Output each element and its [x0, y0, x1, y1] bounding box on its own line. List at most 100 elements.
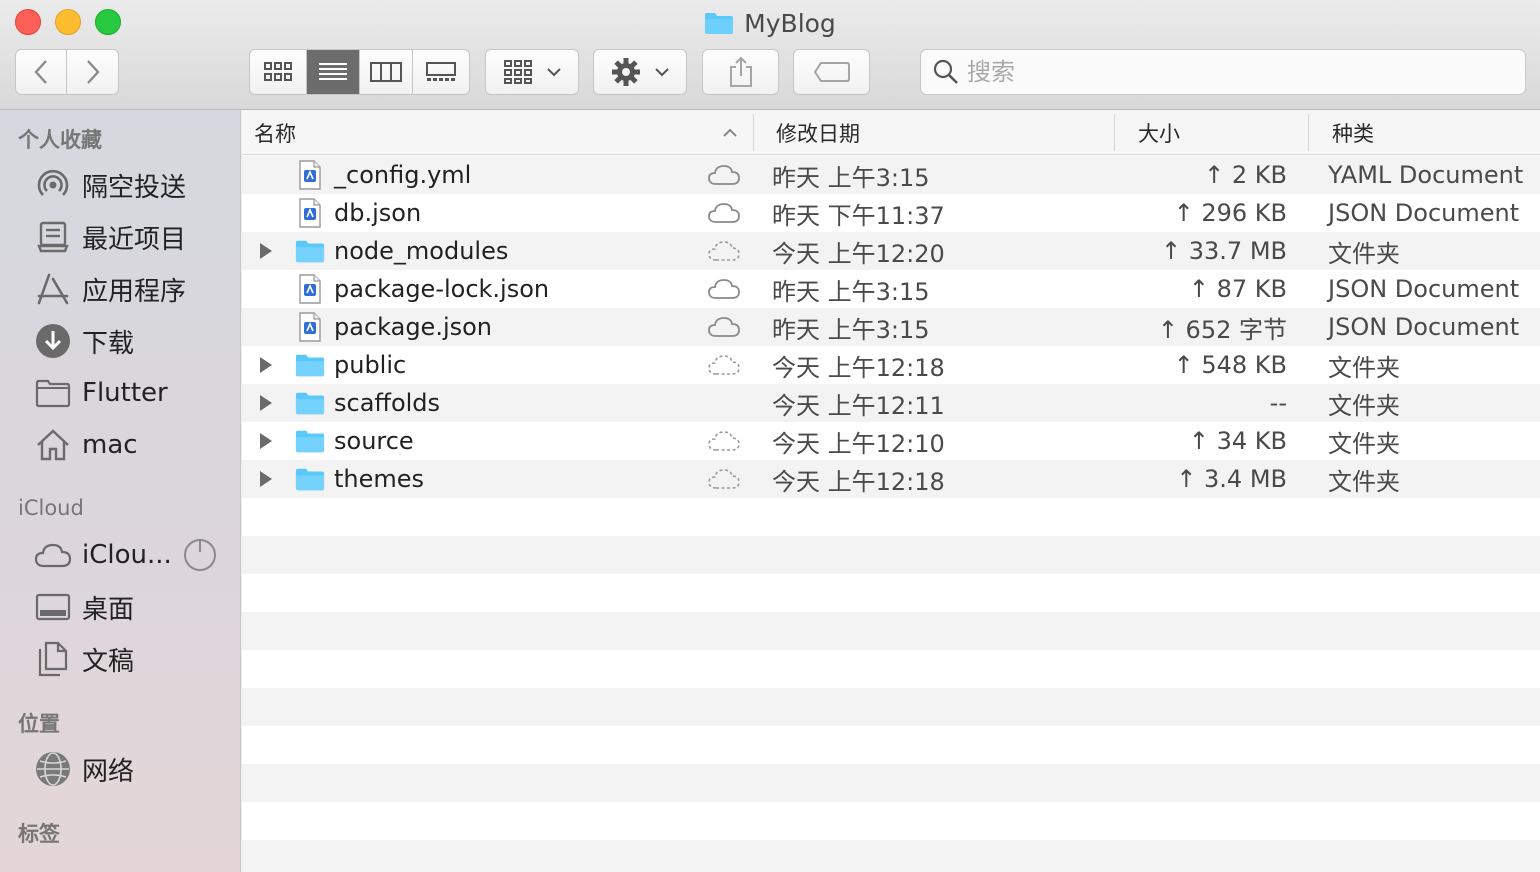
column-divider[interactable]: [1308, 114, 1309, 151]
sidebar-item-network[interactable]: 网络: [34, 747, 134, 791]
search-input[interactable]: [967, 58, 1507, 86]
file-row[interactable]: public 今天 上午12:18 ↑ 548 KB 文件夹: [242, 346, 1540, 384]
window-toolbar: MyBlog: [0, 0, 1540, 110]
sidebar-item-recents[interactable]: 最近项目: [34, 215, 186, 259]
list-icon: [319, 63, 348, 80]
column-view-button[interactable]: [360, 50, 413, 94]
document-icon: [295, 156, 325, 194]
file-name: package.json: [334, 313, 493, 341]
disclosure-triangle-icon[interactable]: [256, 460, 276, 498]
file-name: package-lock.json: [334, 275, 550, 303]
file-date: 昨天 上午3:15: [772, 163, 930, 192]
empty-row: [242, 536, 1540, 574]
column-size-header[interactable]: 大小: [1138, 110, 1298, 155]
folder-icon: [295, 384, 325, 422]
file-date: 今天 上午12:10: [772, 429, 945, 458]
empty-row: [242, 726, 1540, 764]
chevron-down-icon: [655, 68, 669, 77]
document-icon: [295, 308, 325, 346]
view-mode-group: [249, 49, 470, 95]
file-kind: 文件夹: [1328, 353, 1400, 382]
gallery-icon: [425, 62, 456, 81]
column-divider[interactable]: [753, 114, 754, 151]
file-row[interactable]: node_modules 今天 上午12:20 ↑ 33.7 MB 文件夹: [242, 232, 1540, 270]
cloud-pending-icon: [706, 422, 742, 460]
file-size: ↑ 33.7 MB: [1161, 237, 1287, 265]
file-name: db.json: [334, 199, 422, 227]
sidebar-item-icloud-drive[interactable]: iClou...: [34, 533, 172, 577]
file-row[interactable]: package.json 昨天 上午3:15 ↑ 652 字节 JSON Docume…: [242, 308, 1540, 346]
file-kind: 文件夹: [1328, 239, 1400, 268]
downloads-icon: [34, 322, 72, 360]
window-title-text: MyBlog: [744, 8, 836, 38]
file-row[interactable]: _config.yml 昨天 上午3:15 ↑ 2 KB YAML Document: [242, 156, 1540, 194]
forward-button[interactable]: [67, 50, 118, 94]
chevron-right-icon: [86, 60, 100, 84]
disclosure-triangle-icon[interactable]: [256, 346, 276, 384]
file-name: public: [334, 351, 407, 379]
column-kind-header[interactable]: 种类: [1332, 110, 1532, 155]
file-row[interactable]: scaffolds 今天 上午12:11 -- 文件夹: [242, 384, 1540, 422]
edit-tags-button[interactable]: [793, 49, 870, 95]
sidebar-item-applications[interactable]: 应用程序: [34, 267, 186, 311]
disclosure-triangle-icon[interactable]: [256, 422, 276, 460]
disclosure-triangle-icon[interactable]: [256, 384, 276, 422]
file-kind: YAML Document: [1328, 161, 1524, 189]
share-button[interactable]: [702, 49, 779, 95]
column-date-header[interactable]: 修改日期: [776, 110, 1106, 155]
file-row[interactable]: themes 今天 上午12:18 ↑ 3.4 MB 文件夹: [242, 460, 1540, 498]
file-row[interactable]: source 今天 上午12:10 ↑ 34 KB 文件夹: [242, 422, 1540, 460]
sidebar-item-documents[interactable]: 文稿: [34, 637, 134, 681]
chevron-down-icon: [547, 68, 561, 77]
file-row[interactable]: db.json 昨天 下午11:37 ↑ 296 KB JSON Document: [242, 194, 1540, 232]
file-date: 今天 上午12:18: [772, 467, 945, 496]
empty-row: [242, 650, 1540, 688]
sidebar: 个人收藏 隔空投送 最近项目 应用程序 下载 Flutter mac iClou…: [0, 110, 241, 872]
sidebar-item-label: 下载: [82, 328, 135, 359]
folder-icon: [705, 13, 734, 34]
column-divider[interactable]: [1114, 114, 1115, 151]
airdrop-icon: [34, 166, 72, 204]
icloud-progress-icon: [183, 538, 217, 572]
icon-view-button[interactable]: [250, 50, 308, 94]
sidebar-item-airdrop[interactable]: 隔空投送: [34, 163, 186, 207]
file-name: scaffolds: [334, 389, 441, 417]
list-view-button[interactable]: [307, 50, 360, 94]
action-menu-button[interactable]: [593, 49, 687, 95]
network-icon: [34, 750, 72, 788]
applications-icon: [34, 270, 72, 308]
disclosure-triangle-icon[interactable]: [256, 232, 276, 270]
back-button[interactable]: [16, 50, 68, 94]
group-icon: [504, 60, 532, 84]
file-row[interactable]: package-lock.json 昨天 上午3:15 ↑ 87 KB JSON Do…: [242, 270, 1540, 308]
file-name: node_modules: [334, 237, 509, 265]
file-date: 昨天 上午3:15: [772, 277, 930, 306]
sidebar-item-label: Flutter: [82, 378, 168, 408]
file-list: 名称 修改日期 大小 种类 _config.yml 昨天 上午3:15 ↑ 2 KB…: [242, 110, 1540, 872]
file-kind: JSON Document: [1328, 275, 1520, 303]
sidebar-item-flutter[interactable]: Flutter: [34, 371, 168, 415]
sidebar-item-downloads[interactable]: 下载: [34, 319, 134, 363]
sidebar-item-mac[interactable]: mac: [34, 423, 138, 467]
gallery-view-button[interactable]: [413, 50, 469, 94]
sidebar-heading-locations: 位置: [18, 712, 60, 736]
file-size: --: [1269, 389, 1287, 417]
file-size: ↑ 3.4 MB: [1176, 465, 1287, 493]
sidebar-item-label: 文稿: [82, 646, 135, 677]
document-icon: [295, 270, 325, 308]
sidebar-item-desktop[interactable]: 桌面: [34, 585, 134, 629]
column-name-header[interactable]: 名称: [254, 110, 752, 155]
sidebar-heading-tags: 标签: [18, 822, 60, 846]
sidebar-item-label: mac: [82, 430, 138, 460]
home-icon: [34, 426, 72, 464]
empty-row: [242, 764, 1540, 802]
column-date-label: 修改日期: [776, 121, 860, 146]
file-date: 昨天 上午3:15: [772, 315, 930, 344]
group-by-button[interactable]: [485, 49, 579, 95]
column-header: 名称 修改日期 大小 种类: [242, 110, 1540, 155]
search-field[interactable]: [920, 49, 1526, 95]
file-size: ↑ 296 KB: [1173, 199, 1287, 227]
file-date: 今天 上午12:18: [772, 353, 945, 382]
file-name: _config.yml: [334, 161, 472, 189]
file-rows: _config.yml 昨天 上午3:15 ↑ 2 KB YAML Document d…: [242, 156, 1540, 872]
